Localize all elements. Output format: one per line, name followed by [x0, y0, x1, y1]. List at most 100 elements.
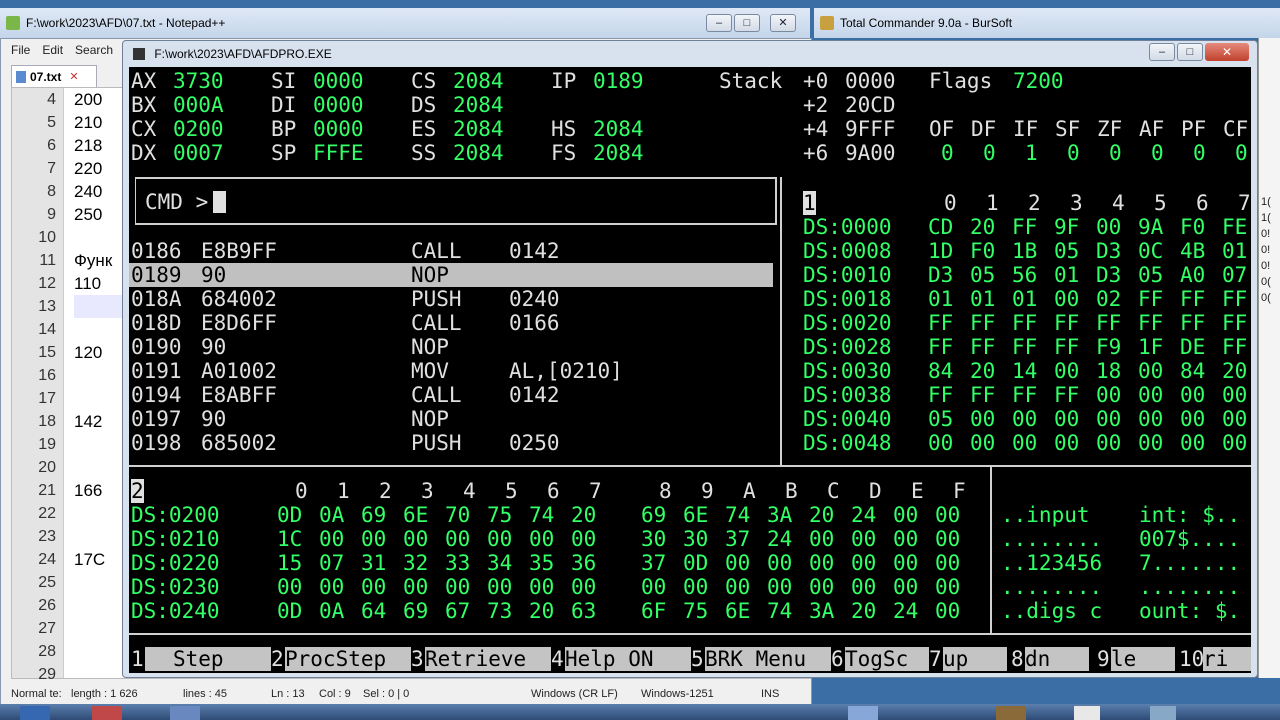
taskbar-icon-4[interactable]	[848, 706, 878, 720]
tab-close-icon[interactable]: ✕	[69, 70, 78, 83]
memory-byte: 00	[1096, 383, 1122, 407]
disasm-address: 0190	[131, 335, 182, 359]
fkey-up-button[interactable]: up	[943, 647, 1007, 671]
column-header: 6	[547, 479, 560, 503]
memory-byte: 00	[571, 527, 597, 551]
afd-minimize-button[interactable]: –	[1149, 43, 1175, 61]
memory-byte: D3	[1096, 263, 1122, 287]
memory-byte: 1B	[1012, 239, 1038, 263]
memory-byte: 00	[851, 575, 877, 599]
fkey-dn-button[interactable]: dn	[1025, 647, 1089, 671]
cmd-input[interactable]	[213, 191, 226, 213]
memory-byte: 33	[445, 551, 471, 575]
tc-digit: 0!	[1261, 228, 1271, 240]
menu-file[interactable]: File	[11, 43, 30, 57]
memory-byte: 00	[1138, 407, 1164, 431]
column-header: F	[953, 479, 966, 503]
memory-address: DS:0200	[131, 503, 220, 527]
close-button[interactable]: ✕	[770, 14, 796, 32]
column-header: E	[911, 479, 924, 503]
memory-byte: 00	[487, 575, 513, 599]
memory-byte: 00	[935, 599, 961, 623]
line-number: 20	[38, 459, 56, 476]
register-value: 2084	[453, 93, 504, 117]
fkey-le-button[interactable]: le	[1111, 647, 1175, 671]
maximize-button[interactable]: □	[734, 14, 760, 32]
memory-byte: FF	[1012, 383, 1038, 407]
taskbar-icon-2[interactable]	[92, 706, 122, 720]
memory-byte: 00	[725, 551, 751, 575]
taskbar-icon-7[interactable]	[1150, 706, 1176, 720]
ascii-dump: ..123456	[1001, 551, 1103, 575]
disasm-operand: 0142	[509, 383, 560, 407]
tc-digit: 0(	[1261, 292, 1271, 304]
line-text: Функ	[74, 251, 113, 270]
memory-byte: FF	[1054, 311, 1080, 335]
memory-byte: FF	[970, 335, 996, 359]
minimize-button[interactable]: –	[706, 14, 732, 32]
memory-address: DS:0010	[803, 263, 892, 287]
notepad-titlebar[interactable]: F:\work\2023\AFD\07.txt - Notepad++ – □ …	[0, 8, 810, 38]
disasm-bytes: E8B9FF	[201, 239, 277, 263]
horizontal-divider	[129, 465, 1251, 467]
memory-byte: 00	[935, 503, 961, 527]
fkey-togsc-button[interactable]: TogSc	[845, 647, 929, 671]
afd-title: F:\work\2023\AFD\AFDPRO.EXE	[154, 47, 332, 61]
memory-byte: 0D	[683, 551, 709, 575]
tab-07-txt[interactable]: 07.txt ✕	[11, 65, 97, 87]
stack-value: 20CD	[845, 93, 896, 117]
register-value: 000A	[173, 93, 224, 117]
column-header: 5	[505, 479, 518, 503]
memory-byte: 01	[1012, 287, 1038, 311]
taskbar-icon-3[interactable]	[170, 706, 200, 720]
column-header: 4	[463, 479, 476, 503]
memory-byte: 0D	[277, 599, 303, 623]
afd-maximize-button[interactable]: □	[1177, 43, 1203, 61]
fkey-number: 4	[551, 647, 564, 671]
line-text: 166	[74, 481, 103, 500]
memory-1-id: 1	[803, 191, 816, 215]
memory-byte: 05	[1138, 263, 1164, 287]
fkey-brk-menu-button[interactable]: BRK Menu	[705, 647, 831, 671]
memory-address: DS:0240	[131, 599, 220, 623]
status-ln: Ln : 13	[271, 688, 305, 700]
taskbar-icon-1[interactable]	[20, 706, 50, 720]
memory-byte: 00	[1096, 407, 1122, 431]
fkey-procstep-button[interactable]: ProcStep	[285, 647, 411, 671]
vertical-divider	[780, 177, 782, 465]
memory-byte: 36	[571, 551, 597, 575]
register-name: BX	[131, 93, 157, 117]
fkey-retrieve-button[interactable]: Retrieve	[425, 647, 551, 671]
tc-digit: 0(	[1261, 276, 1271, 288]
taskbar-icon-6[interactable]	[1074, 706, 1100, 720]
memory-byte: 0A	[319, 503, 345, 527]
afd-app-icon	[133, 48, 145, 60]
register-value: 0000	[313, 69, 364, 93]
memory-byte: D3	[928, 263, 954, 287]
fkey-ri-button[interactable]: ri	[1203, 647, 1251, 671]
afd-titlebar[interactable]: F:\work\2023\AFD\AFDPRO.EXE – □ ✕	[123, 41, 1257, 67]
fkey-help-on-button[interactable]: Help ON	[565, 647, 691, 671]
memory-byte: 00	[529, 575, 555, 599]
disasm-operand: 0166	[509, 311, 560, 335]
memory-byte: 4B	[1180, 239, 1206, 263]
afd-close-button[interactable]: ✕	[1205, 43, 1249, 61]
file-icon	[16, 70, 26, 83]
line-number: 9	[47, 206, 56, 223]
memory-byte: 84	[1180, 359, 1206, 383]
tc-titlebar[interactable]: Total Commander 9.0a - BurSoft	[814, 8, 1280, 38]
taskbar-icon-5[interactable]	[996, 706, 1026, 720]
memory-byte: 20	[1222, 359, 1248, 383]
register-value: 2084	[453, 117, 504, 141]
memory-byte: 64	[361, 599, 387, 623]
ascii-dump: ount: $.	[1139, 599, 1241, 623]
column-header: 9	[701, 479, 714, 503]
line-number: 18	[38, 413, 56, 430]
fkey-step-button[interactable]: Step	[145, 647, 271, 671]
menu-search[interactable]: Search	[75, 43, 113, 57]
register-value: 0200	[173, 117, 224, 141]
memory-byte: 00	[1054, 359, 1080, 383]
menu-edit[interactable]: Edit	[42, 43, 63, 57]
tc-digit: 0!	[1261, 244, 1271, 256]
afd-console[interactable]: AX 3730 SI 0000 CS 2084 IP 0189 BX 000A DI 0000 DS 20…	[129, 67, 1251, 673]
